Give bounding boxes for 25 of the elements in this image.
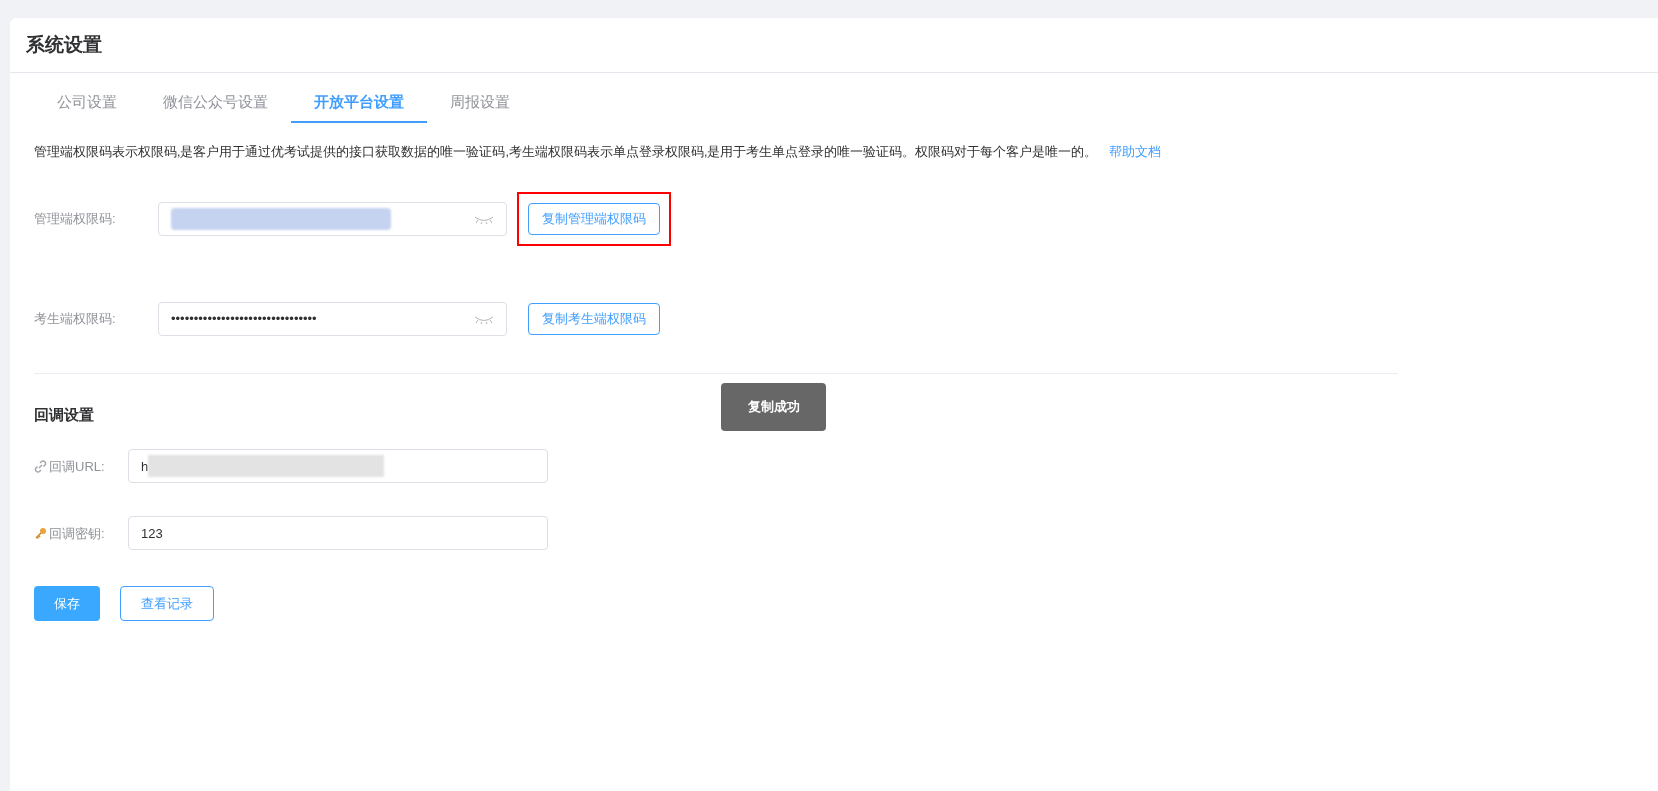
page-title: 系统设置 (26, 32, 102, 57)
tab[interactable]: 开放平台设置 (291, 83, 427, 123)
input-field[interactable]: h (128, 449, 548, 484)
description-text: 管理端权限码表示权限码,是客户用于通过优考试提供的接口获取数据的唯一验证码,考生端权限码表示单点登录权限码,是用于考生单点登录的唯一验证码。权限码对于每个客户是唯一的。 (34, 144, 1098, 161)
password-field[interactable] (158, 201, 507, 236)
copy-button[interactable]: 复制管理端权限码 (528, 202, 660, 235)
password-field[interactable]: •••••••••••••••••••••••••••••••• (158, 301, 507, 336)
section-title: 回调设置 (34, 404, 94, 425)
eye-closed-icon[interactable] (474, 214, 494, 225)
field-label: 回调URL: (49, 457, 105, 476)
tab[interactable]: 微信公众号设置 (140, 83, 291, 123)
view-records-button[interactable]: 查看记录 (120, 586, 214, 622)
key-icon (34, 526, 47, 540)
copy-button[interactable]: 复制考生端权限码 (528, 302, 660, 335)
field-label: 考生端权限码: (34, 310, 117, 328)
link-icon (34, 459, 47, 473)
toast-message: 复制成功 (721, 383, 826, 431)
tab[interactable]: 公司设置 (34, 83, 140, 123)
input-field[interactable]: 123 (128, 516, 548, 551)
save-button[interactable]: 保存 (34, 586, 100, 622)
help-link[interactable]: 帮助文档 (1109, 143, 1162, 162)
field-label: 管理端权限码: (34, 210, 117, 228)
field-label: 回调密钥: (49, 524, 105, 543)
eye-closed-icon[interactable] (474, 314, 494, 325)
tab[interactable]: 周报设置 (427, 83, 533, 123)
